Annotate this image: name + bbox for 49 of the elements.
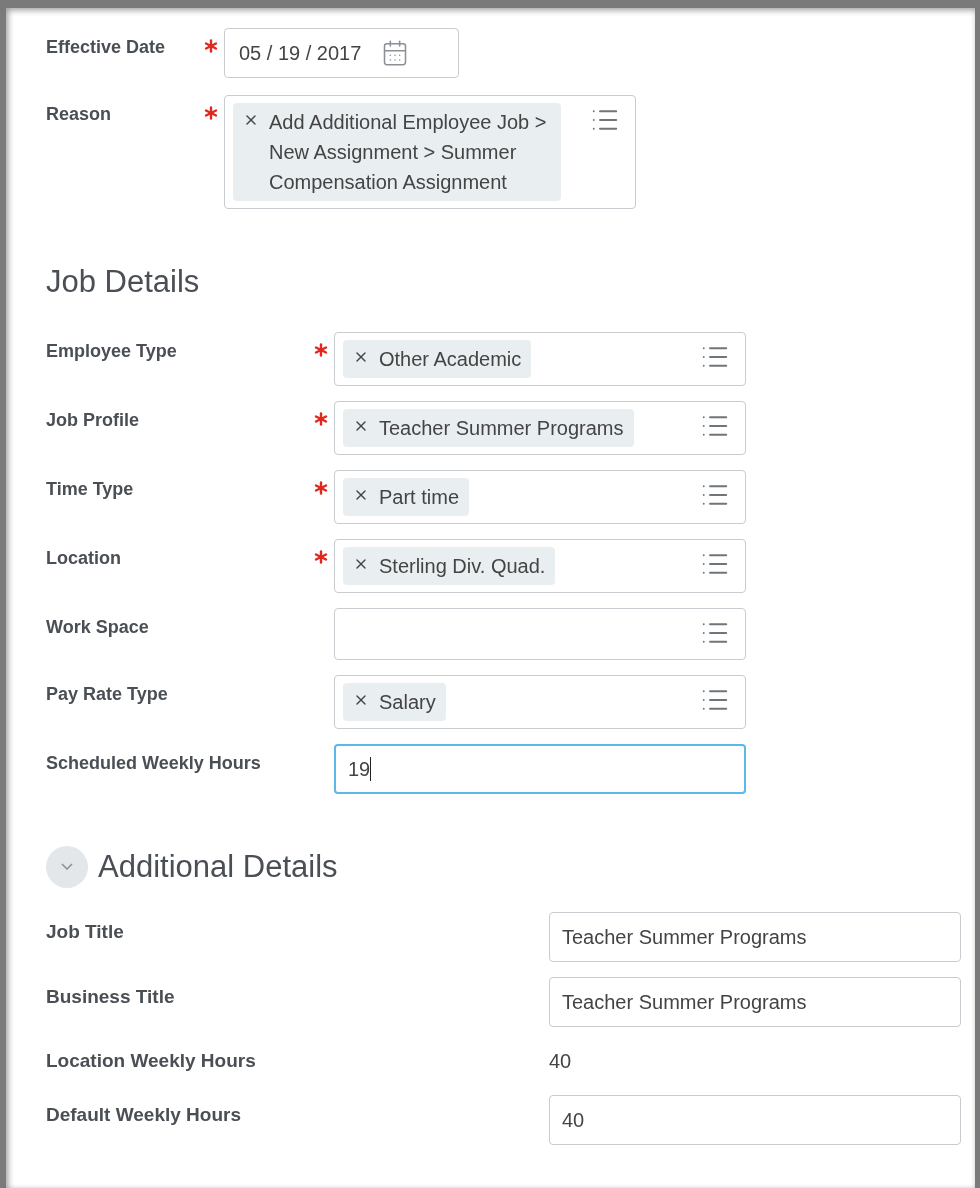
asterisk-icon — [314, 411, 328, 426]
prompt-field[interactable]: Sterling Div. Quad. — [334, 538, 746, 593]
field-label: Location — [46, 546, 122, 570]
field-label: Effective Date — [46, 36, 167, 59]
field-label: Default Weekly Hours — [46, 1103, 242, 1127]
selected-item-text: Teacher Summer Programs — [379, 415, 624, 441]
selected-item[interactable]: Teacher Summer Programs — [343, 408, 634, 447]
asterisk-icon — [204, 106, 218, 120]
field-label: Pay Rate Type — [46, 682, 169, 706]
asterisk-icon — [314, 342, 328, 357]
field-label: Work Space — [46, 615, 150, 639]
prompt-field[interactable]: Add Additional Employee Job > New Assignment > Summer Compensation Assignment — [224, 95, 636, 209]
selected-item-text: Other Academic — [379, 346, 522, 372]
asterisk-icon — [314, 480, 328, 495]
prompt-field[interactable]: Other Academic — [334, 331, 746, 386]
asterisk-icon — [204, 39, 218, 53]
selected-item[interactable]: Other Academic — [343, 339, 532, 378]
field-label: Time Type — [46, 477, 135, 501]
field-label: Scheduled Weekly Hours — [46, 751, 262, 775]
chevron-down-icon — [61, 863, 73, 871]
field-label: Reason — [46, 103, 113, 126]
field-label: Job Profile — [46, 408, 140, 432]
selected-item[interactable]: Add Additional Employee Job > New Assignment > Summer Compensation Assignment — [233, 103, 561, 201]
prompt-field[interactable] — [334, 607, 746, 660]
section-heading: Job Details — [46, 263, 201, 301]
text-field[interactable]: Teacher Summer Programs — [549, 977, 961, 1027]
selected-item-text: Sterling Div. Quad. — [379, 553, 546, 579]
field-label: Job Title — [46, 920, 125, 944]
selected-item-text: Salary — [379, 689, 436, 715]
prompt-field[interactable]: Salary — [334, 674, 746, 729]
selected-item-text: Part time — [379, 484, 460, 510]
section-heading: Additional Details — [98, 847, 338, 886]
selected-item[interactable]: Part time — [343, 477, 470, 516]
asterisk-icon — [314, 549, 328, 564]
field-label: Business Title — [46, 985, 176, 1009]
selected-item[interactable]: Sterling Div. Quad. — [343, 546, 556, 585]
prompt-field[interactable]: Part time — [334, 469, 746, 524]
field-label: Employee Type — [46, 339, 178, 363]
selected-item-text: Add Additional Employee Job > New Assignment > Summer Compensation Assignment — [269, 110, 548, 195]
text-field[interactable]: 19 — [334, 743, 746, 794]
text-field[interactable]: 40 — [549, 1095, 961, 1145]
field-label: Location Weekly Hours — [46, 1048, 257, 1073]
expand-toggle[interactable] — [46, 845, 88, 888]
field-value: 40 — [549, 1049, 572, 1074]
selected-item[interactable]: Salary — [343, 682, 446, 721]
text-field[interactable]: Teacher Summer Programs — [549, 912, 961, 962]
prompt-field[interactable]: Teacher Summer Programs — [334, 400, 746, 455]
text-cursor — [370, 756, 372, 781]
date-field[interactable]: 05 / 19 / 2017 — [224, 28, 459, 78]
